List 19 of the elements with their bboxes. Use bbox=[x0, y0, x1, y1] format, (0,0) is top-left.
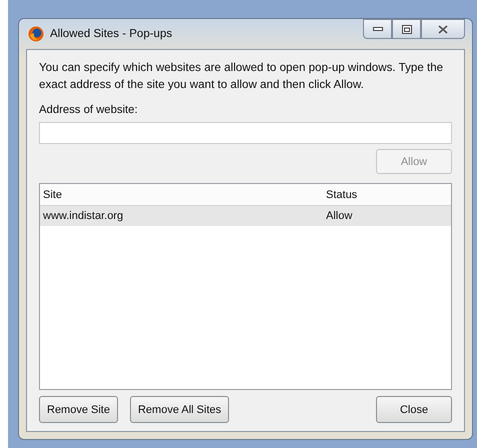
close-icon bbox=[438, 24, 448, 34]
description-text: You can specify which websites are allowed to open pop-up windows. Type the exact address of the site you want to allow and then click Allow. bbox=[39, 60, 444, 93]
dialog-button[interactable]: Remove Site bbox=[39, 396, 118, 423]
browser-logo-icon bbox=[28, 26, 44, 42]
minimize-button[interactable] bbox=[363, 19, 392, 39]
maximize-button[interactable] bbox=[392, 19, 421, 39]
status-cell-text: Allow bbox=[326, 210, 354, 222]
site-row[interactable]: www.indistar.org Allow bbox=[40, 206, 451, 226]
dialog-button[interactable]: Close bbox=[376, 396, 452, 423]
address-label: Address of website: bbox=[39, 104, 138, 116]
site-cell-text: www.indistar.org bbox=[42, 210, 124, 222]
minimize-icon bbox=[372, 26, 382, 32]
column-header[interactable]: Site bbox=[40, 188, 326, 200]
column-header[interactable]: Status bbox=[326, 188, 451, 200]
dialog-button[interactable]: Remove All Sites bbox=[130, 396, 230, 423]
address-field[interactable] bbox=[39, 122, 452, 144]
window-title: Allowed Sites - Pop-ups bbox=[50, 28, 172, 40]
close-button[interactable] bbox=[421, 19, 465, 39]
maximize-icon bbox=[402, 24, 412, 34]
